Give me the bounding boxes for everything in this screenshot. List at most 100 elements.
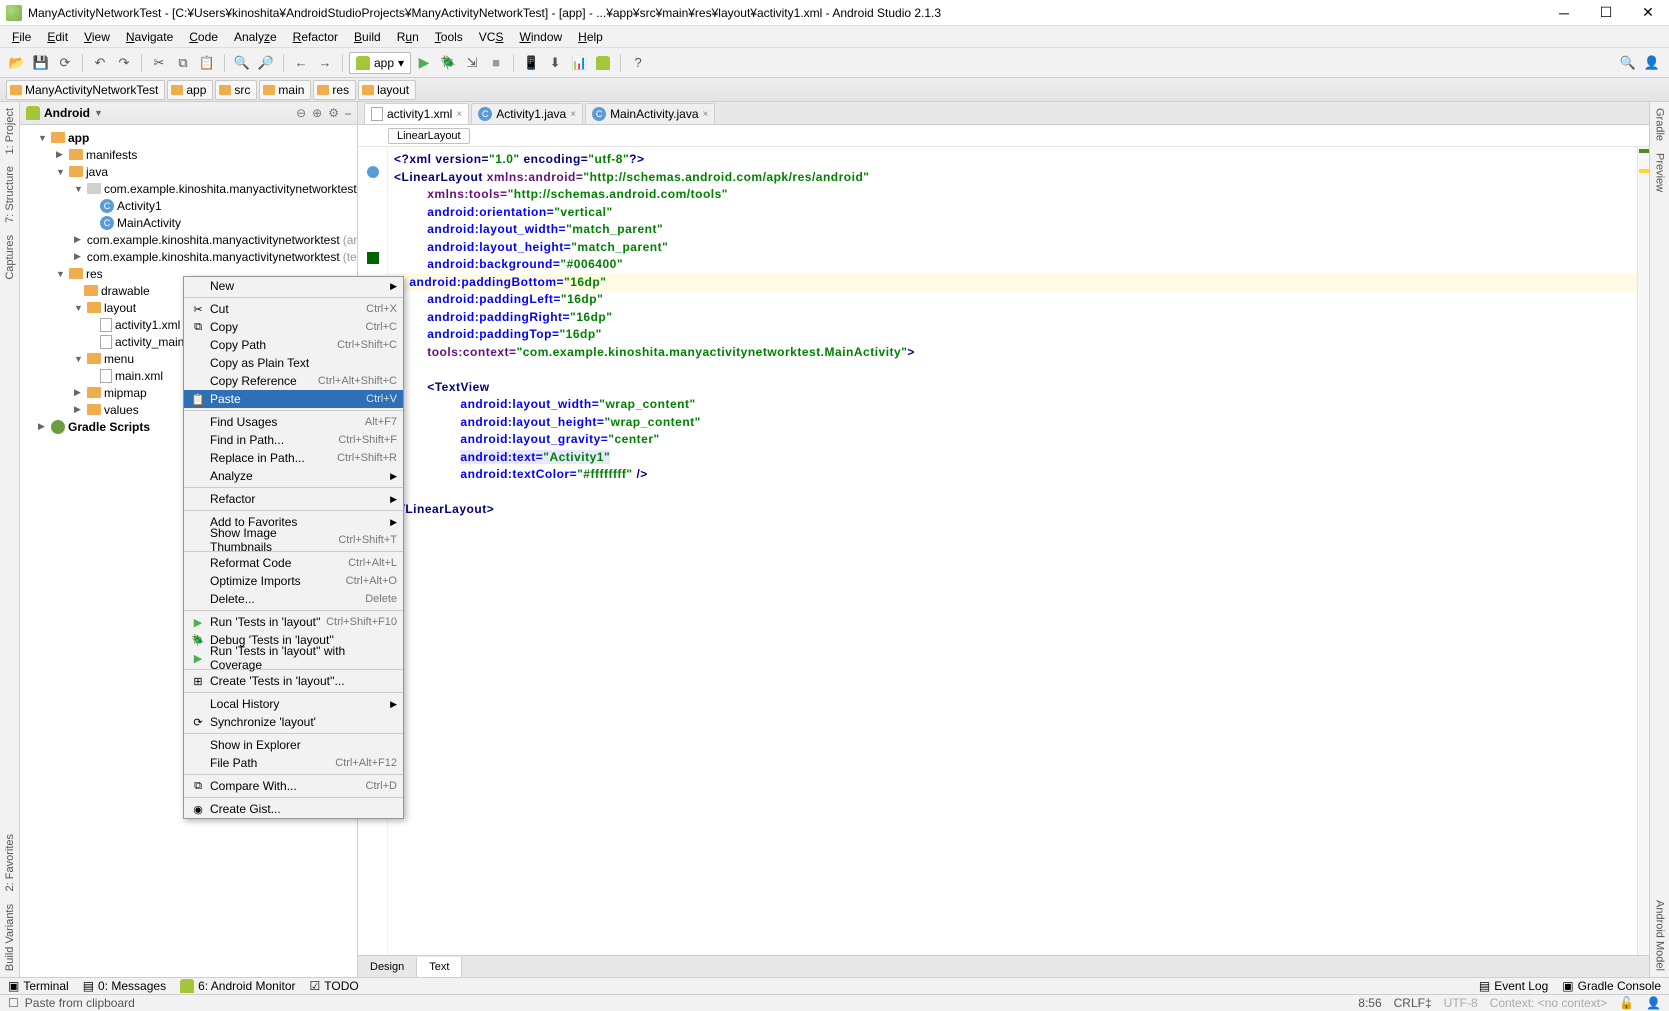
find-icon[interactable]: 🔍 (231, 52, 253, 74)
gear-icon[interactable]: ⚙ (328, 106, 339, 121)
cm-copy[interactable]: ⧉CopyCtrl+C (184, 318, 403, 336)
editor-tab-mainactivity-java[interactable]: CMainActivity.java× (585, 103, 715, 124)
cm-local-history[interactable]: Local History▶ (184, 695, 403, 713)
cm-file-path[interactable]: File PathCtrl+Alt+F12 (184, 754, 403, 772)
redo-icon[interactable]: ↷ (113, 52, 135, 74)
crumb-project[interactable]: ManyActivityNetworkTest (6, 80, 165, 100)
side-tab-project[interactable]: 1: Project (2, 102, 18, 160)
paste-icon[interactable]: 📋 (196, 52, 218, 74)
cm-show-explorer[interactable]: Show in Explorer (184, 736, 403, 754)
cm-show-thumbnails[interactable]: Show Image ThumbnailsCtrl+Shift+T (184, 531, 403, 549)
menu-file[interactable]: File (4, 28, 39, 46)
encoding[interactable]: UTF-8 (1444, 996, 1478, 1010)
crumb-src[interactable]: src (215, 80, 257, 100)
gradle-console-tab[interactable]: ▣Gradle Console (1562, 979, 1661, 993)
gutter-color-swatch[interactable] (367, 252, 379, 264)
todo-tab[interactable]: ☑TODO (309, 979, 358, 993)
code-editor[interactable]: <?xml version="1.0" encoding="utf-8"?> <… (388, 147, 1637, 955)
project-view-selector[interactable]: Android (44, 106, 90, 120)
menu-analyze[interactable]: Analyze (226, 28, 285, 46)
android-monitor-tab[interactable]: 6: Android Monitor (180, 979, 295, 993)
cm-cut[interactable]: ✂CutCtrl+X (184, 300, 403, 318)
menu-edit[interactable]: Edit (39, 28, 76, 46)
tree-node-app[interactable]: ▼app (20, 129, 357, 146)
cm-copy-plain[interactable]: Copy as Plain Text (184, 354, 403, 372)
side-tab-build-variants[interactable]: Build Variants (2, 898, 18, 977)
editor-tab-activity1-xml[interactable]: activity1.xml× (364, 103, 469, 124)
sdk-icon[interactable]: ⬇ (544, 52, 566, 74)
tree-node-pkg-androidtest[interactable]: ▶com.example.kinoshita.manyactivitynetwo… (20, 231, 357, 248)
cut-icon[interactable]: ✂ (148, 52, 170, 74)
cm-analyze[interactable]: Analyze▶ (184, 467, 403, 485)
close-icon[interactable]: × (456, 109, 462, 120)
cm-compare[interactable]: ⧉Compare With...Ctrl+D (184, 777, 403, 795)
cm-find-usages[interactable]: Find UsagesAlt+F7 (184, 413, 403, 431)
cm-delete[interactable]: Delete...Delete (184, 590, 403, 608)
cm-create-gist[interactable]: ◉Create Gist... (184, 800, 403, 818)
gutter-class-icon[interactable] (367, 166, 379, 178)
maximize-button[interactable]: ☐ (1591, 3, 1621, 23)
close-icon[interactable]: × (703, 109, 709, 120)
hide-icon[interactable]: ⎯ (345, 106, 351, 121)
side-tab-gradle[interactable]: Gradle (1652, 102, 1668, 147)
design-tab[interactable]: Design (358, 957, 417, 977)
close-button[interactable]: ✕ (1633, 3, 1663, 23)
help-icon[interactable]: ? (627, 52, 649, 74)
cm-reformat[interactable]: Reformat CodeCtrl+Alt+L (184, 554, 403, 572)
minimize-button[interactable]: ─ (1549, 3, 1579, 23)
replace-icon[interactable]: 🔎 (255, 52, 277, 74)
line-separator[interactable]: CRLF‡ (1394, 996, 1432, 1010)
tree-node-pkg-test[interactable]: ▶com.example.kinoshita.manyactivitynetwo… (20, 248, 357, 265)
side-tab-android-model[interactable]: Android Model (1652, 894, 1668, 977)
menu-window[interactable]: Window (511, 28, 570, 46)
cm-run-tests[interactable]: ▶Run 'Tests in 'layout''Ctrl+Shift+F10 (184, 613, 403, 631)
cm-find-in-path[interactable]: Find in Path...Ctrl+Shift+F (184, 431, 403, 449)
terminal-tab[interactable]: ▣Terminal (8, 979, 69, 993)
lock-icon[interactable]: 🔓 (1619, 996, 1634, 1010)
cm-refactor[interactable]: Refactor▶ (184, 490, 403, 508)
avd-icon[interactable]: 📱 (520, 52, 542, 74)
menu-refactor[interactable]: Refactor (285, 28, 346, 46)
menu-vcs[interactable]: VCS (471, 28, 512, 46)
cm-new[interactable]: New▶ (184, 277, 403, 295)
cm-copy-path[interactable]: Copy PathCtrl+Shift+C (184, 336, 403, 354)
side-tab-structure[interactable]: 7: Structure (2, 160, 18, 229)
sync-icon[interactable]: ⟳ (54, 52, 76, 74)
cm-optimize[interactable]: Optimize ImportsCtrl+Alt+O (184, 572, 403, 590)
context-selector[interactable]: Context: <no context> (1490, 996, 1607, 1010)
cm-replace-in-path[interactable]: Replace in Path...Ctrl+Shift+R (184, 449, 403, 467)
menu-tools[interactable]: Tools (427, 28, 471, 46)
cm-paste[interactable]: 📋PasteCtrl+V (184, 390, 403, 408)
cm-coverage[interactable]: ▶Run 'Tests in 'layout'' with Coverage (184, 649, 403, 667)
menu-navigate[interactable]: Navigate (118, 28, 181, 46)
cm-synchronize[interactable]: ⟳Synchronize 'layout' (184, 713, 403, 731)
save-icon[interactable]: 💾 (30, 52, 52, 74)
crumb-layout[interactable]: layout (358, 80, 416, 100)
side-tab-preview[interactable]: Preview (1652, 147, 1668, 198)
forward-icon[interactable]: → (314, 52, 336, 74)
run-icon[interactable]: ▶ (413, 52, 435, 74)
event-log-tab[interactable]: ▤Event Log (1479, 979, 1548, 993)
text-tab[interactable]: Text (417, 957, 462, 977)
tree-node-activity1[interactable]: CActivity1 (20, 197, 357, 214)
user-icon[interactable]: 👤 (1641, 52, 1663, 74)
crumb-res[interactable]: res (313, 80, 356, 100)
close-icon[interactable]: × (570, 109, 576, 120)
side-tab-favorites[interactable]: 2: Favorites (2, 828, 18, 897)
stop-icon[interactable]: ■ (485, 52, 507, 74)
menu-run[interactable]: Run (389, 28, 427, 46)
toggle-tool-windows-icon[interactable]: ☐ (8, 996, 19, 1010)
menu-code[interactable]: Code (181, 28, 226, 46)
cursor-position[interactable]: 8:56 (1358, 996, 1381, 1010)
attach-icon[interactable]: ⇲ (461, 52, 483, 74)
tree-node-mainactivity[interactable]: CMainActivity (20, 214, 357, 231)
tree-node-java[interactable]: ▼java (20, 163, 357, 180)
tree-node-pkg-main[interactable]: ▼com.example.kinoshita.manyactivitynetwo… (20, 180, 357, 197)
android-icon2[interactable] (592, 52, 614, 74)
cm-copy-ref[interactable]: Copy ReferenceCtrl+Alt+Shift+C (184, 372, 403, 390)
tree-node-manifests[interactable]: ▶manifests (20, 146, 357, 163)
crumb-main[interactable]: main (259, 80, 311, 100)
menu-view[interactable]: View (76, 28, 118, 46)
debug-icon[interactable]: 🪲 (437, 52, 459, 74)
ddms-icon[interactable]: 📊 (568, 52, 590, 74)
